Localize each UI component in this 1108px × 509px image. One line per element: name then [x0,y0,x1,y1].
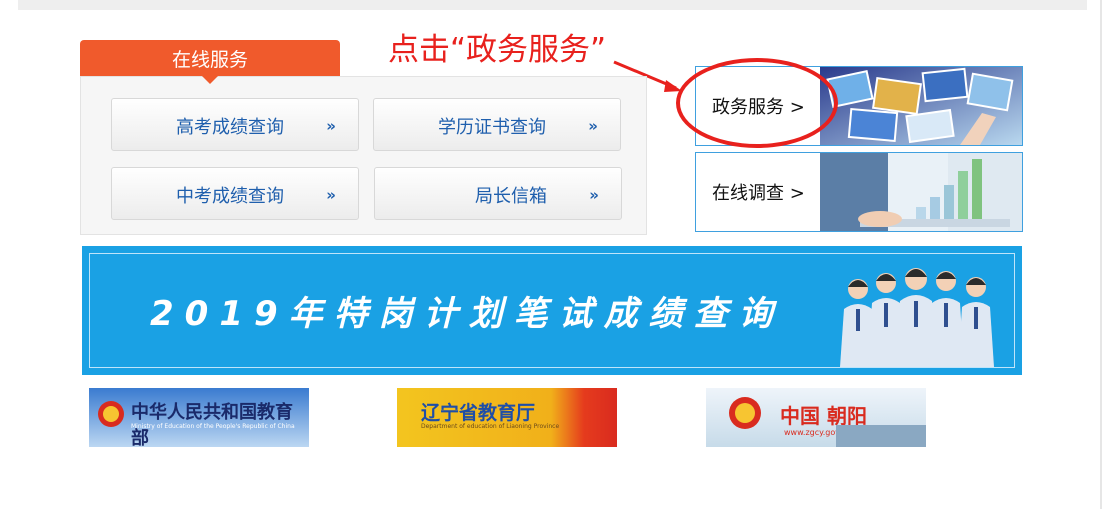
touchscreen-tech-image [820,67,1022,145]
liaoning-subtitle: Department of education of Liaoning Prov… [421,423,560,430]
annotation-text: 点击“政务服务” [388,32,607,68]
right-divider [1100,0,1102,509]
diploma-query-button[interactable]: 学历证书查询 » [373,98,621,151]
director-mailbox-button[interactable]: 局长信箱 » [374,167,622,220]
double-chevron-icon: » [326,185,336,204]
business-people-image [840,268,994,367]
business-chart-image [820,153,1022,231]
diploma-query-label: 学历证书查询 [438,116,546,138]
tab-pointer [202,76,218,84]
banner-frame: 2019年特岗计划笔试成绩查询 [89,253,1015,368]
gaokao-score-button[interactable]: 高考成绩查询 » [111,98,359,151]
online-survey-card[interactable]: 在线调查 > [695,152,1023,232]
special-teacher-exam-banner[interactable]: 2019年特岗计划笔试成绩查询 [82,246,1022,375]
gaokao-score-label: 高考成绩查询 [176,116,284,138]
zhongkao-score-button[interactable]: 中考成绩查询 » [111,167,359,220]
liaoning-education-link[interactable]: 辽宁省教育厅 Department of education of Liaoni… [397,388,617,447]
zhongkao-score-label: 中考成绩查询 [176,185,284,207]
online-service-tab: 在线服务 [80,40,340,76]
liaoning-title: 辽宁省教育厅 [421,402,536,424]
page: 点击“政务服务” 在线服务 高考成绩查询 » 学历证书查询 » 中考成绩查询 »… [0,0,1108,509]
moe-link[interactable]: 中华人民共和国教育部 Ministry of Education of the … [89,388,309,447]
moe-subtitle: Ministry of Education of the People's Re… [131,423,295,430]
banner-title: 2019年特岗计划笔试成绩查询 [150,294,784,334]
chaoyang-link[interactable]: 中国 朝阳 www.zgcy.gov.cn [706,388,926,447]
city-skyline-decoration [836,425,926,447]
top-strip [18,0,1087,10]
director-mailbox-label: 局长信箱 [475,185,547,207]
national-emblem-icon [729,397,761,429]
double-chevron-icon: » [326,116,336,135]
double-chevron-icon: » [588,116,598,135]
online-survey-label: 在线调查 > [712,183,805,204]
annotation-circle [676,58,838,148]
national-emblem-icon [98,401,124,427]
double-chevron-icon: » [589,185,599,204]
